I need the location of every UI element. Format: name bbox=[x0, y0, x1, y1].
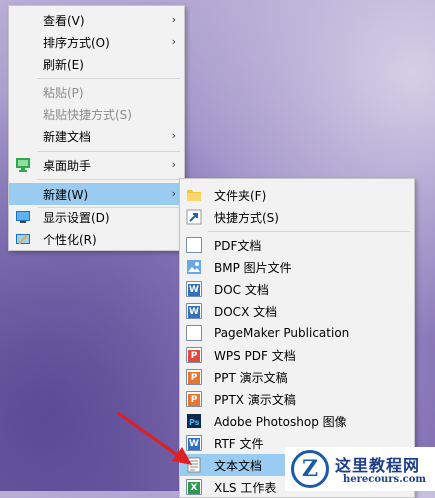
watermark-title: 这里教程网 bbox=[335, 456, 421, 475]
annotation-arrow-icon bbox=[117, 411, 192, 465]
watermark-url: herecours.com bbox=[343, 474, 427, 485]
watermark-logo-icon: Z bbox=[291, 450, 329, 488]
site-watermark: Z 这里教程网 herecours.com bbox=[285, 447, 435, 491]
